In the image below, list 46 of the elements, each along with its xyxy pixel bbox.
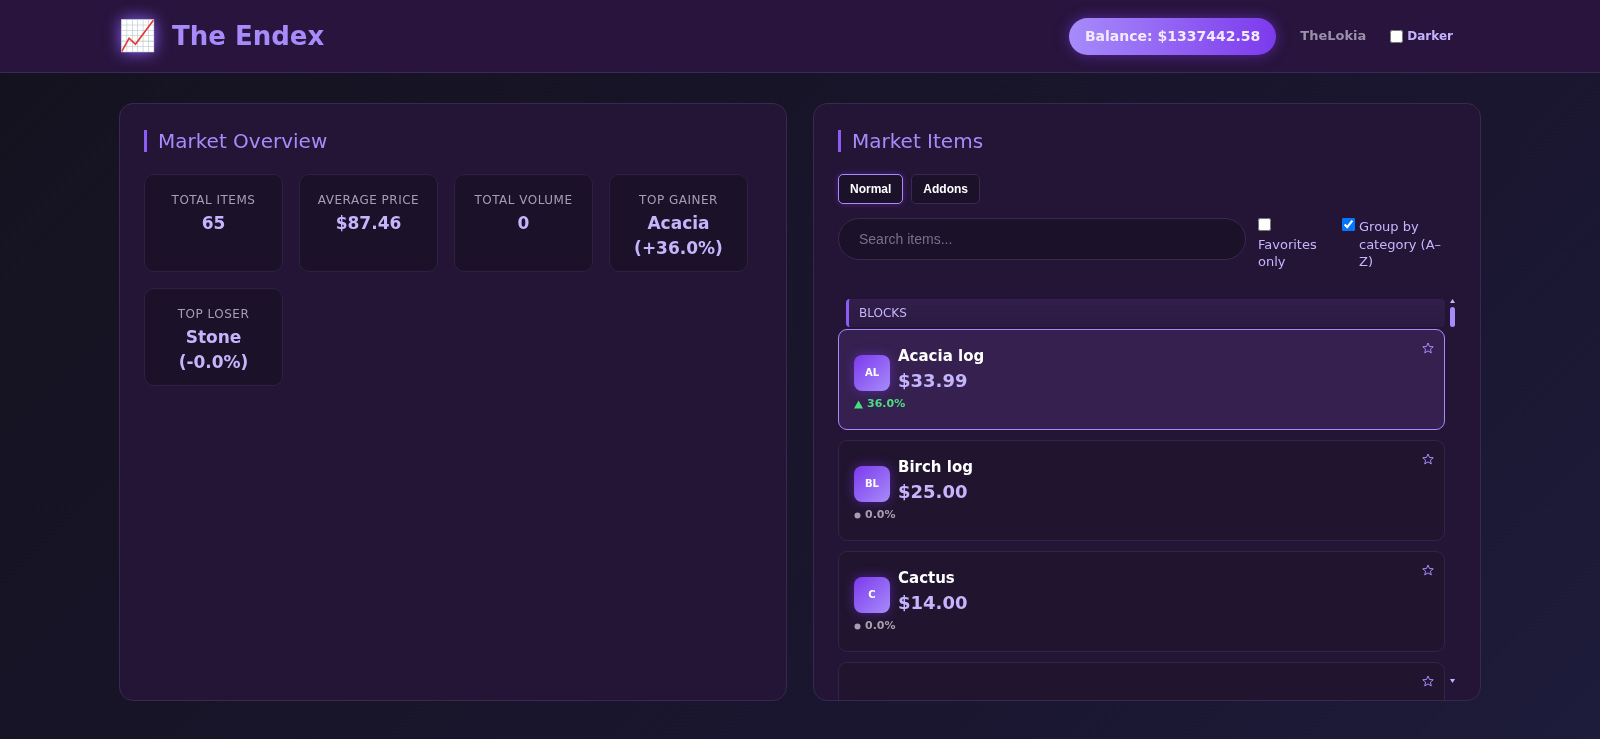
stat-label: TOTAL ITEMS [170, 192, 257, 209]
stat-label: TOTAL VOLUME [473, 192, 574, 209]
stat-value: Stone (-0.0%) [177, 326, 250, 374]
search-field[interactable]: Search items... [838, 218, 1246, 260]
price-change: 0.0% [865, 618, 896, 635]
star-icon[interactable] [1422, 452, 1434, 465]
app-title: The Endex [172, 19, 325, 53]
username-link[interactable]: TheLokia [1300, 26, 1367, 46]
item-name: Cactus [898, 567, 956, 589]
stat-value: Acacia (+36.0%) [633, 212, 724, 260]
item-icon: BL [854, 465, 890, 502]
item-price: $33.99 [898, 369, 969, 394]
item-card[interactable]: C Cactus $14.00 0.0% [838, 550, 1445, 652]
stat-label: TOP LOSER [176, 306, 251, 323]
stat-label: AVERAGE PRICE [316, 192, 421, 209]
tab-button[interactable]: Normal [838, 174, 904, 204]
filter-checkbox[interactable] [1342, 218, 1355, 231]
item-card[interactable]: BL Birch log $25.00 0.0% [838, 439, 1445, 541]
price-change: 0.0% [865, 507, 896, 524]
item-icon: AL [854, 354, 890, 391]
balance-pill: Balance: $1337442.58 [1068, 17, 1277, 55]
item-price: $25.00 [898, 480, 969, 505]
stat-value: $87.46 [334, 212, 403, 235]
stat-label: TOP GAINER [638, 192, 719, 209]
darker-label: Darker [1407, 28, 1453, 45]
item-name: Acacia log [898, 345, 985, 367]
tab-button[interactable]: Addons [911, 174, 980, 204]
filter-label: Group by category (A–Z) [1359, 218, 1442, 271]
item-price: $14.00 [898, 591, 968, 616]
price-change: 36.0% [867, 396, 906, 413]
item-icon: C [854, 576, 890, 613]
scrollbar[interactable] [1449, 298, 1456, 685]
filter-label: Favorites only [1258, 236, 1317, 270]
darker-checkbox[interactable] [1390, 29, 1404, 43]
item-card[interactable]: AL Acacia log $33.99 36.0% [838, 328, 1445, 430]
star-icon[interactable] [1422, 341, 1434, 354]
panel-title: Market Items [838, 130, 1456, 152]
stat-value: 0 [516, 212, 531, 235]
filter-checkbox[interactable] [1258, 218, 1271, 231]
stat-value: 65 [200, 212, 227, 235]
star-icon[interactable] [1422, 674, 1434, 687]
panel-title: Market Overview [144, 130, 762, 152]
category-header: BLOCKS [846, 298, 1445, 327]
chart-icon: 📈 [119, 21, 156, 51]
item-name: Birch log [898, 456, 973, 478]
star-icon[interactable] [1422, 563, 1434, 576]
